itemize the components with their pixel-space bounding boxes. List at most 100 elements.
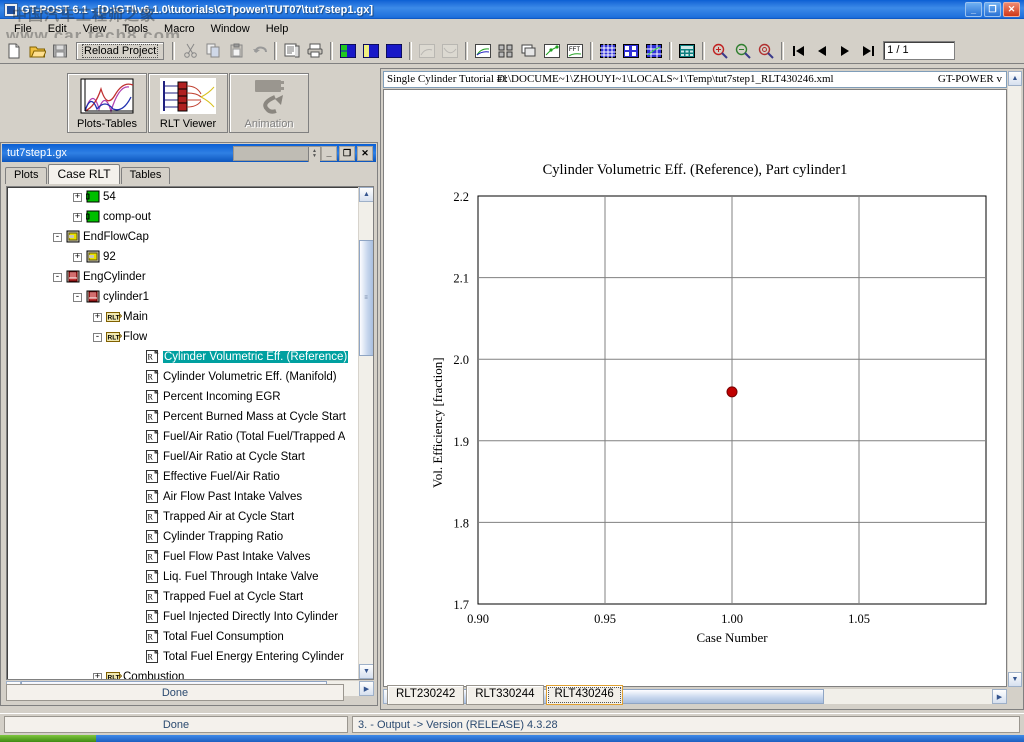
tab-case-rlt[interactable]: Case RLT: [48, 164, 120, 184]
expand-icon[interactable]: +: [93, 312, 102, 322]
plot-scroll-up-icon[interactable]: ▲: [1008, 71, 1022, 86]
print-preview-icon[interactable]: [281, 40, 303, 62]
plot-tab-rlt330244[interactable]: RLT330244: [466, 685, 544, 705]
expand-icon[interactable]: +: [73, 212, 82, 222]
menu-help[interactable]: Help: [258, 21, 297, 37]
copy-icon[interactable]: [202, 40, 224, 62]
expand-icon[interactable]: +: [73, 192, 82, 202]
child-close-button[interactable]: ✕: [357, 145, 373, 161]
menu-file[interactable]: File: [6, 21, 40, 37]
table-cells-icon[interactable]: [620, 40, 642, 62]
scroll-right-icon[interactable]: ▶: [359, 681, 374, 696]
plots-tables-button[interactable]: Plots-Tables: [67, 73, 147, 133]
table-grid-icon[interactable]: [597, 40, 619, 62]
tree-item[interactable]: R Total Fuel Consumption: [7, 627, 360, 647]
tree-item[interactable]: +54: [7, 187, 360, 207]
rlt-tree[interactable]: +54 + comp-out - EndFlowCap +92- EngCylinder - c…: [7, 187, 360, 679]
plot-canvas[interactable]: Cylinder Volumetric Eff. (Reference), Pa…: [383, 89, 1007, 687]
tree-item[interactable]: + RLT Main: [7, 307, 360, 327]
close-button[interactable]: ✕: [1003, 2, 1020, 17]
collapse-icon[interactable]: -: [53, 232, 62, 242]
expand-icon[interactable]: +: [73, 252, 82, 262]
tab-plots[interactable]: Plots: [5, 167, 48, 184]
child-tab-strip: Plots Case RLT Tables: [1, 164, 377, 184]
minimize-button[interactable]: _: [965, 2, 982, 17]
calc-icon[interactable]: [676, 40, 698, 62]
start-button[interactable]: [0, 735, 96, 742]
next-page-icon[interactable]: [834, 40, 856, 62]
cut-icon[interactable]: [179, 40, 201, 62]
collapse-icon[interactable]: -: [53, 272, 62, 282]
tree-item[interactable]: R Effective Fuel/Air Ratio: [7, 467, 360, 487]
paste-icon[interactable]: [225, 40, 247, 62]
maximize-button[interactable]: ❐: [984, 2, 1001, 17]
first-page-icon[interactable]: [788, 40, 810, 62]
page-number-input[interactable]: 1 / 1: [883, 41, 956, 60]
thumbnails-icon[interactable]: [495, 40, 517, 62]
tree-item[interactable]: +92: [7, 247, 360, 267]
tree-item[interactable]: R Cylinder Trapping Ratio: [7, 527, 360, 547]
tree-item[interactable]: R Cylinder Volumetric Eff. (Manifold): [7, 367, 360, 387]
xy-plot-icon[interactable]: [541, 40, 563, 62]
tree-item[interactable]: + RLT Combustion: [7, 667, 360, 679]
reload-project-button[interactable]: Reload Project: [76, 41, 165, 60]
table-plot-icon[interactable]: [643, 40, 665, 62]
prev-page-icon[interactable]: [811, 40, 833, 62]
animation-button[interactable]: Animation: [229, 73, 309, 133]
scroll-up-icon[interactable]: ▲: [359, 187, 373, 202]
data-point[interactable]: [726, 386, 738, 398]
rlt-viewer-button[interactable]: RLT Viewer: [148, 73, 228, 133]
collapse-icon[interactable]: -: [93, 332, 102, 342]
tree-item[interactable]: R Total Fuel Energy Entering Cylinder: [7, 647, 360, 667]
tree-scroll-thumb[interactable]: ≡: [359, 240, 373, 356]
last-page-icon[interactable]: [857, 40, 879, 62]
tree-item[interactable]: R Percent Incoming EGR: [7, 387, 360, 407]
tree-item[interactable]: R Air Flow Past Intake Valves: [7, 487, 360, 507]
tree-item[interactable]: R Liq. Fuel Through Intake Valve: [7, 567, 360, 587]
menu-macro[interactable]: Macro: [156, 21, 203, 37]
tree-item[interactable]: R Trapped Fuel at Cycle Start: [7, 587, 360, 607]
expand-icon[interactable]: +: [93, 672, 102, 679]
child-spinner[interactable]: ▲ ▼: [233, 145, 321, 162]
tree-item[interactable]: R Percent Burned Mass at Cycle Start: [7, 407, 360, 427]
tree-item[interactable]: + comp-out: [7, 207, 360, 227]
new-file-icon[interactable]: [3, 40, 25, 62]
tree-vertical-scrollbar[interactable]: ▲ ≡ ▼: [358, 187, 373, 679]
tree-item[interactable]: R Trapped Air at Cycle Start: [7, 507, 360, 527]
menu-edit[interactable]: Edit: [40, 21, 75, 37]
print-icon[interactable]: [304, 40, 326, 62]
collapse-icon[interactable]: -: [73, 292, 82, 302]
spinner-up-icon[interactable]: ▲ ▼: [308, 146, 320, 162]
plot-vertical-scrollbar[interactable]: ▲ ▼: [1007, 71, 1022, 687]
tab-tables[interactable]: Tables: [120, 167, 171, 184]
cascade-icon[interactable]: [518, 40, 540, 62]
tree-item[interactable]: - EndFlowCap: [7, 227, 360, 247]
zoom-in-icon[interactable]: [709, 40, 731, 62]
tree-item[interactable]: R Fuel Injected Directly Into Cylinder: [7, 607, 360, 627]
plot-tab-rlt230242[interactable]: RLT230242: [387, 685, 465, 705]
scroll-down-icon[interactable]: ▼: [359, 664, 373, 679]
layout-2x-icon[interactable]: [337, 40, 359, 62]
fft-icon[interactable]: FFT: [564, 40, 586, 62]
tree-item[interactable]: R Fuel Flow Past Intake Valves: [7, 547, 360, 567]
tree-item[interactable]: - cylinder1: [7, 287, 360, 307]
child-maximize-button[interactable]: ❐: [339, 145, 355, 161]
zoom-out-icon[interactable]: [732, 40, 754, 62]
undo-icon[interactable]: [248, 40, 270, 62]
tree-item[interactable]: R Cylinder Volumetric Eff. (Reference): [7, 347, 360, 367]
menu-window[interactable]: Window: [203, 21, 258, 37]
layout-split-icon[interactable]: [360, 40, 382, 62]
zoom-reset-icon[interactable]: [755, 40, 777, 62]
plot-tab-rlt430246[interactable]: RLT430246: [545, 685, 623, 705]
tree-item[interactable]: - RLT Flow: [7, 327, 360, 347]
tree-item[interactable]: R Fuel/Air Ratio at Cycle Start: [7, 447, 360, 467]
plot-icon[interactable]: [472, 40, 494, 62]
menu-view[interactable]: View: [75, 21, 115, 37]
layout-full-icon[interactable]: [383, 40, 405, 62]
menu-tools[interactable]: Tools: [114, 21, 156, 37]
child-minimize-button[interactable]: _: [321, 145, 337, 161]
save-icon[interactable]: [49, 40, 71, 62]
open-folder-icon[interactable]: [26, 40, 48, 62]
tree-item[interactable]: - EngCylinder: [7, 267, 360, 287]
tree-item[interactable]: R Fuel/Air Ratio (Total Fuel/Trapped A: [7, 427, 360, 447]
